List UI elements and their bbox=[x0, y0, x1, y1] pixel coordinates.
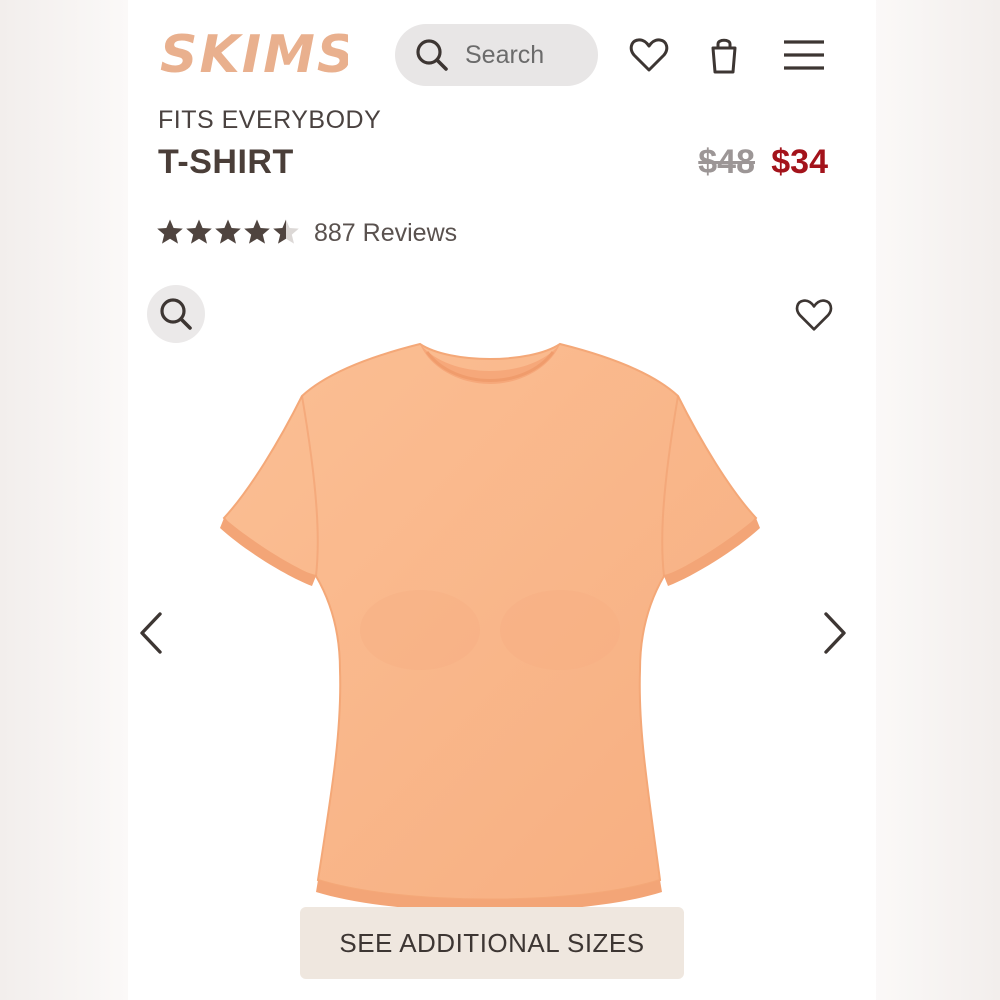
product-image[interactable] bbox=[220, 340, 760, 910]
shopping-bag-icon bbox=[711, 38, 737, 74]
menu-button[interactable] bbox=[782, 34, 824, 76]
search-icon bbox=[416, 39, 448, 71]
menu-icon bbox=[784, 40, 824, 70]
reviews-link[interactable]: 887 Reviews bbox=[314, 219, 457, 248]
page-background-left bbox=[0, 0, 128, 1000]
page-background-right bbox=[872, 0, 1000, 1000]
t-shirt-image bbox=[220, 342, 760, 910]
product-collection: FITS EVERYBODY bbox=[158, 106, 382, 134]
cart-button[interactable] bbox=[703, 34, 745, 76]
sale-price: $34 bbox=[771, 143, 828, 181]
heart-icon bbox=[629, 38, 669, 72]
next-image-button[interactable] bbox=[820, 610, 850, 656]
wishlist-button[interactable] bbox=[628, 34, 670, 76]
search-input[interactable] bbox=[463, 39, 587, 71]
brand-logo-text: SKIMS bbox=[160, 25, 348, 82]
favorite-button[interactable] bbox=[794, 295, 834, 335]
chevron-right-icon bbox=[824, 612, 846, 654]
chevron-left-icon bbox=[140, 612, 162, 654]
search-bar[interactable] bbox=[395, 24, 598, 86]
star-icon bbox=[244, 219, 270, 244]
star-icon bbox=[157, 219, 183, 244]
previous-image-button[interactable] bbox=[136, 610, 166, 656]
brand-logo[interactable]: SKIMS bbox=[158, 22, 348, 82]
product-title: T-SHIRT bbox=[158, 143, 294, 181]
star-icon bbox=[273, 219, 299, 244]
heart-icon bbox=[795, 299, 833, 331]
product-page: SKIMS FITS EVERYBODY T-SHIRT $48 $34 887… bbox=[128, 0, 876, 1000]
zoom-button[interactable] bbox=[147, 285, 205, 343]
rating-stars[interactable] bbox=[156, 218, 301, 248]
star-icon bbox=[186, 219, 212, 244]
original-price: $48 bbox=[698, 143, 755, 181]
see-additional-sizes-button[interactable]: SEE ADDITIONAL SIZES bbox=[300, 907, 684, 979]
star-icon bbox=[215, 219, 241, 244]
zoom-icon bbox=[160, 298, 192, 330]
